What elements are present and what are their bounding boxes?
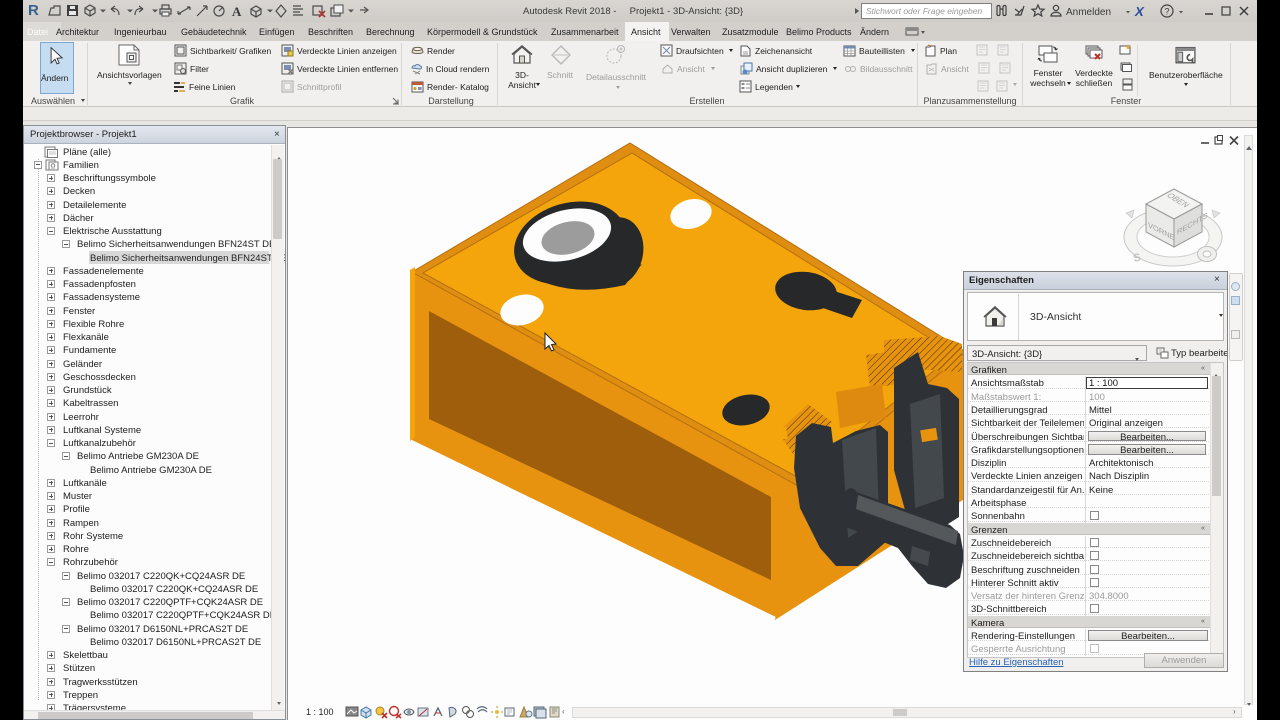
svg-text:?: ?: [1165, 7, 1170, 17]
svg-text:A: A: [232, 4, 242, 19]
svg-text:X: X: [1134, 4, 1146, 19]
svg-text:Anmelden: Anmelden: [1066, 7, 1111, 18]
